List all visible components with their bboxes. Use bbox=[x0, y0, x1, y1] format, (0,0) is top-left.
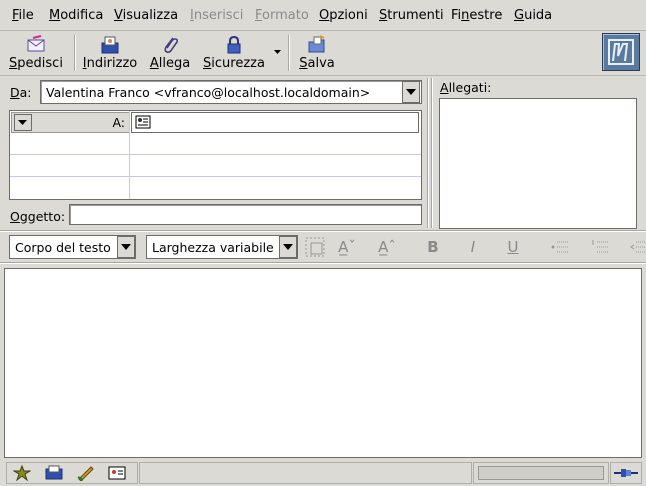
text-color-icon[interactable] bbox=[304, 236, 326, 258]
menu-bar: File Modifica Visualizza Inserisci Forma… bbox=[0, 0, 646, 31]
recipient-grid: A: bbox=[9, 110, 422, 200]
mozilla-logo bbox=[602, 33, 640, 71]
from-value: Valentina Franco <vfranco@localhost.loca… bbox=[46, 85, 371, 100]
font-dropdown-button[interactable] bbox=[279, 236, 297, 258]
progress-bar bbox=[478, 466, 604, 480]
format-toolbar-top-separator bbox=[0, 230, 646, 232]
underline-button[interactable]: U bbox=[502, 236, 524, 258]
toolbar-separator bbox=[74, 35, 76, 71]
italic-button[interactable]: I bbox=[462, 236, 484, 258]
paragraph-style-select[interactable]: Corpo del testo bbox=[9, 235, 136, 259]
menu-opzioni[interactable]: Opzioni bbox=[319, 8, 368, 23]
font-smaller-icon: A̲ˇ bbox=[338, 238, 356, 256]
mail-icon[interactable] bbox=[45, 465, 63, 481]
subject-label: Oggetto: bbox=[10, 209, 66, 224]
address-book-small-icon[interactable] bbox=[108, 465, 126, 481]
message-body-editor[interactable] bbox=[4, 268, 642, 458]
attachments-label: Allegati: bbox=[440, 80, 492, 95]
italic-icon: I bbox=[470, 238, 476, 256]
recipient-row[interactable] bbox=[10, 133, 421, 153]
chevron-down-icon bbox=[18, 120, 27, 125]
bold-button[interactable]: B bbox=[422, 236, 444, 258]
menu-finestre[interactable]: Finestre bbox=[451, 8, 502, 23]
decrease-font-size-button[interactable]: A̲ˇ bbox=[336, 236, 358, 258]
from-select[interactable]: Valentina Franco <vfranco@localhost.loca… bbox=[40, 80, 422, 104]
lock-icon bbox=[227, 35, 241, 54]
bullet-list-icon[interactable] bbox=[550, 237, 570, 257]
menu-strumenti[interactable]: Strumenti bbox=[379, 8, 444, 23]
security-dropdown-icon[interactable] bbox=[273, 48, 283, 56]
component-bar bbox=[6, 462, 138, 484]
online-plug-icon bbox=[614, 469, 638, 477]
security-label: Sicurezza bbox=[203, 56, 265, 71]
address-button[interactable]: Indirizzo bbox=[80, 31, 140, 75]
toolbar: Spedisci Indirizzo Allega Sicurezza Salv bbox=[0, 31, 646, 76]
send-button[interactable]: Spedisci bbox=[4, 31, 68, 75]
format-toolbar-bottom-separator bbox=[0, 262, 646, 264]
to-label: A: bbox=[112, 115, 125, 130]
outdent-icon[interactable] bbox=[630, 237, 646, 257]
recipient-row[interactable] bbox=[10, 155, 421, 175]
menu-modifica[interactable]: Modifica bbox=[49, 8, 103, 23]
paperclip-icon bbox=[164, 37, 179, 53]
pane-splitter[interactable] bbox=[427, 78, 429, 228]
pane-splitter-grip bbox=[431, 78, 433, 228]
status-text bbox=[139, 462, 472, 484]
menu-inserisci[interactable]: Inserisci bbox=[190, 8, 243, 23]
menu-file[interactable]: File bbox=[12, 8, 34, 23]
save-button[interactable]: Salva bbox=[294, 31, 340, 75]
security-button[interactable]: Sicurezza bbox=[200, 31, 268, 75]
save-label: Salva bbox=[299, 56, 335, 71]
bold-icon: B bbox=[427, 238, 439, 256]
underline-icon: U bbox=[507, 238, 519, 256]
menu-guida[interactable]: Guida bbox=[514, 8, 552, 23]
address-label: Indirizzo bbox=[82, 56, 138, 71]
contact-card-icon bbox=[135, 115, 151, 129]
increase-font-size-button[interactable]: A̲ˆ bbox=[376, 236, 398, 258]
progress-area bbox=[473, 462, 609, 484]
font-select[interactable]: Larghezza variabile bbox=[146, 235, 298, 259]
save-folder-icon bbox=[308, 35, 325, 53]
address-book-icon bbox=[101, 36, 119, 54]
numbered-list-icon[interactable] bbox=[590, 237, 610, 257]
send-icon bbox=[27, 35, 45, 52]
recipient-row[interactable] bbox=[10, 177, 421, 197]
mozilla-m-icon bbox=[608, 39, 634, 65]
navigator-icon[interactable] bbox=[13, 465, 31, 481]
recipient-type-select[interactable]: A: bbox=[11, 112, 130, 133]
from-dropdown-button[interactable] bbox=[402, 81, 420, 103]
online-status[interactable] bbox=[610, 462, 642, 484]
toolbar-separator bbox=[288, 35, 290, 71]
paragraph-style-dropdown-button[interactable] bbox=[117, 236, 135, 258]
menu-formato[interactable]: Formato bbox=[255, 8, 309, 23]
font-larger-icon: A̲ˆ bbox=[378, 238, 396, 256]
from-label: Da: bbox=[10, 85, 32, 100]
paragraph-style-value: Corpo del testo bbox=[15, 240, 111, 255]
font-value: Larghezza variabile bbox=[152, 240, 274, 255]
send-label: Spedisci bbox=[9, 56, 63, 71]
attach-label: Allega bbox=[149, 56, 191, 71]
to-input[interactable] bbox=[131, 112, 419, 133]
attachments-list[interactable] bbox=[439, 98, 637, 229]
composer-icon[interactable] bbox=[77, 465, 95, 481]
subject-input[interactable] bbox=[69, 204, 422, 225]
attach-button[interactable]: Allega bbox=[146, 31, 194, 75]
menu-visualizza[interactable]: Visualizza bbox=[114, 8, 178, 23]
recipient-type-dropdown-button[interactable] bbox=[14, 114, 32, 131]
